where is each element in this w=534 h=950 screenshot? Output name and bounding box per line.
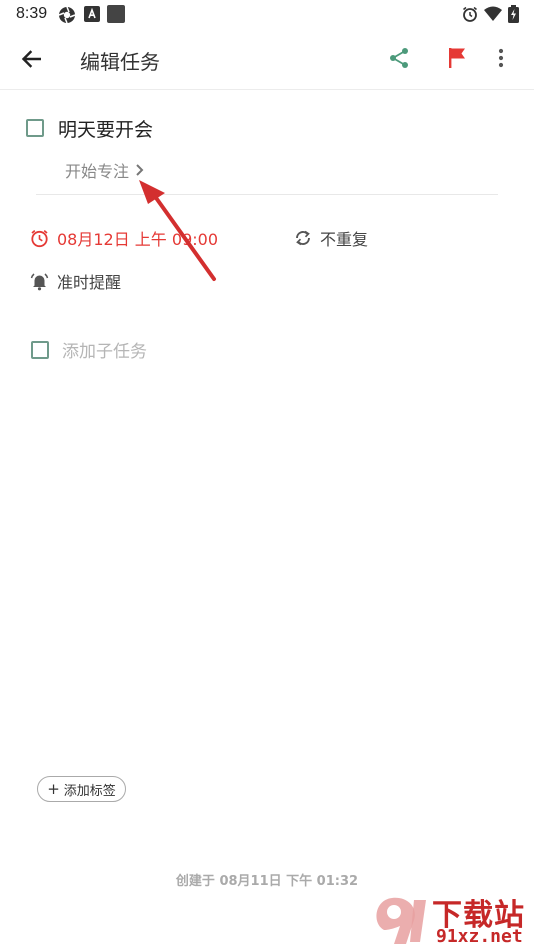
watermark: 下载站 91xz.net — [366, 888, 534, 950]
start-focus-link[interactable]: 开始专注 — [65, 158, 144, 182]
repeat-row[interactable]: 不重复 — [294, 226, 368, 250]
square-app-icon — [107, 5, 125, 27]
repeat-icon — [296, 230, 310, 246]
aperture-icon — [58, 6, 76, 28]
add-tag-label: 添加标签 — [63, 783, 116, 799]
share-button[interactable] — [384, 43, 414, 73]
watermark-en-text: 91xz.net — [436, 926, 523, 947]
plus-icon: + — [47, 779, 60, 798]
due-date-row[interactable]: 08月12日 上午 09:00 — [30, 226, 218, 250]
share-icon — [390, 48, 408, 68]
repeat-label: 不重复 — [320, 230, 369, 249]
created-time-text: 创建于 08月11日 下午 01:32 — [175, 874, 359, 889]
annotation-arrow — [139, 180, 216, 281]
chevron-right-icon — [136, 164, 144, 176]
clock-icon — [31, 229, 48, 247]
flag-icon — [449, 48, 465, 68]
app-bar: 编辑任务 — [0, 28, 534, 90]
page-title: 编辑任务 — [80, 50, 160, 74]
back-arrow-icon — [21, 50, 41, 68]
a-badge-icon — [84, 6, 100, 26]
status-time: 8:39 — [16, 5, 48, 22]
reminder-label: 准时提醒 — [57, 273, 122, 292]
status-bar: 8:39 — [0, 0, 534, 28]
task-title[interactable]: 明天要开会 — [58, 115, 153, 142]
more-options-button[interactable] — [488, 43, 514, 73]
divider — [36, 194, 498, 195]
add-tag-button[interactable]: + 添加标签 — [37, 776, 126, 802]
subtask-checkbox[interactable] — [31, 341, 49, 359]
watermark-logo-icon — [376, 897, 426, 944]
back-button[interactable] — [14, 42, 48, 76]
reminder-row[interactable]: 准时提醒 — [30, 269, 121, 293]
priority-flag-button[interactable] — [442, 43, 472, 73]
due-date-label: 08月12日 上午 09:00 — [57, 230, 219, 249]
battery-charging-icon — [508, 5, 519, 27]
add-subtask-input[interactable]: 添加子任务 — [62, 337, 147, 362]
alarm-icon — [462, 6, 478, 26]
start-focus-label: 开始专注 — [65, 162, 130, 181]
task-checkbox[interactable] — [26, 119, 44, 137]
more-vert-icon — [498, 48, 504, 68]
bell-icon — [30, 272, 49, 290]
wifi-icon — [484, 6, 502, 26]
